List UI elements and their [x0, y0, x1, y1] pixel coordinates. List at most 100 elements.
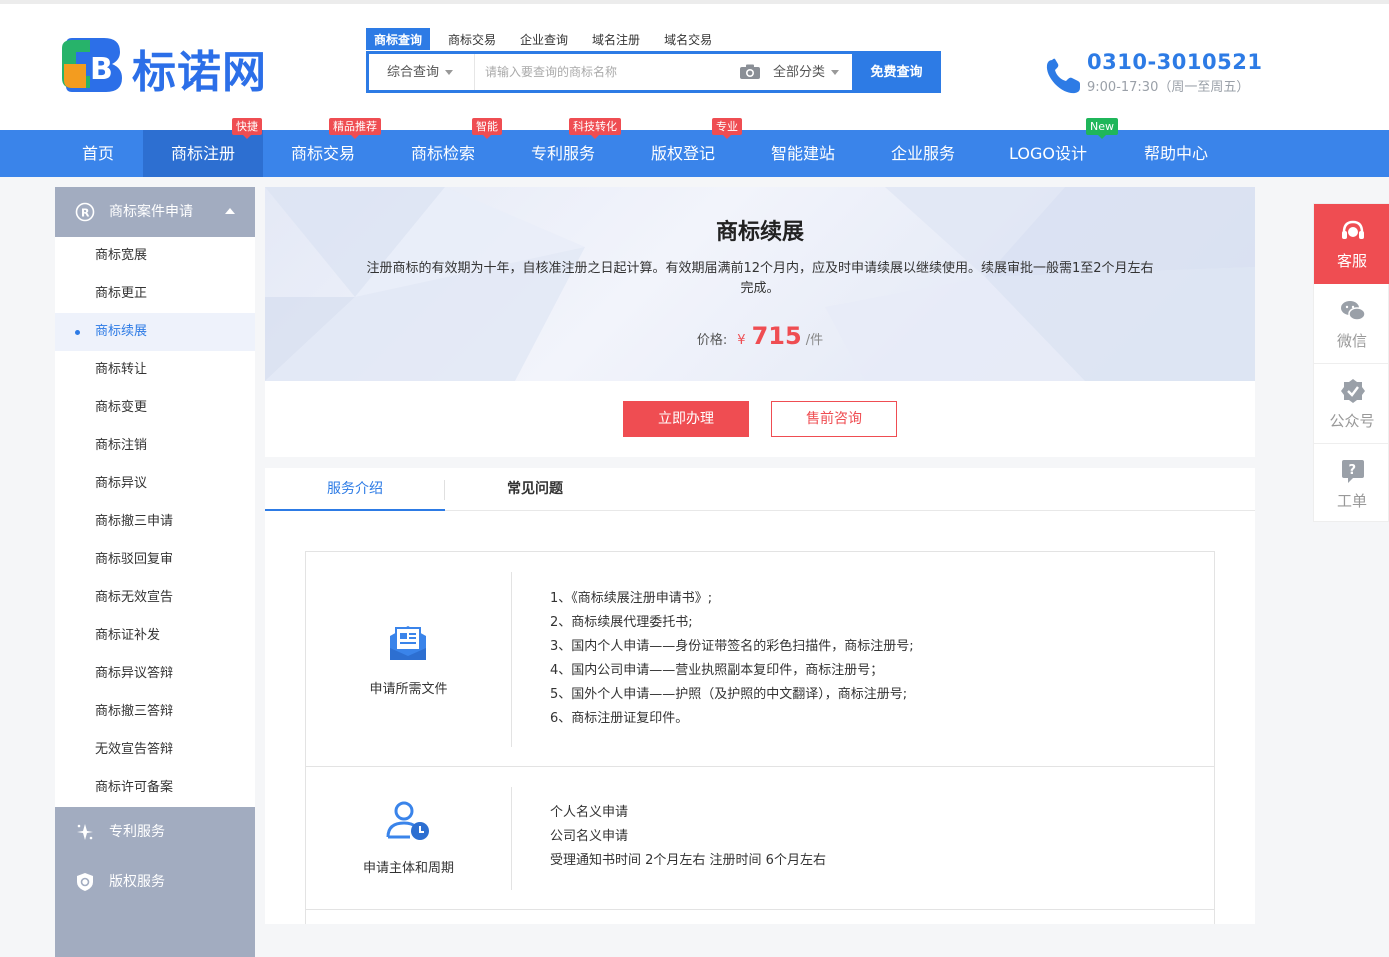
- search-tab-domain-register[interactable]: 域名注册: [584, 28, 648, 50]
- sidebar-item[interactable]: 商标驳回复审: [55, 541, 255, 579]
- nav-item-help[interactable]: 帮助中心: [1113, 130, 1239, 177]
- svg-text:?: ?: [1349, 463, 1357, 478]
- nav-item-enterprise[interactable]: 企业服务: [863, 130, 983, 177]
- float-ticket[interactable]: ? 工单: [1314, 444, 1389, 524]
- nav-label: 版权登记: [650, 144, 715, 163]
- row-divider: [511, 572, 512, 747]
- float-label: 工单: [1336, 492, 1367, 510]
- action-bar: 立即办理 售前咨询: [265, 381, 1255, 457]
- service-hours: 9:00-17:30（周一至周五）: [1087, 80, 1250, 95]
- tab-faq[interactable]: 常见问题: [445, 468, 625, 511]
- nav-badge: 智能: [472, 118, 502, 139]
- site-header: B 标诺网 商标查询 商标交易 企业查询 域名注册 域名交易 综合查询 全部分类…: [0, 4, 1389, 130]
- sidebar: R 商标案件申请 商标宽展 商标更正 商标续展 商标转让 商标变更 商标注销 商…: [55, 187, 255, 957]
- sidebar-item[interactable]: 无效宣告答辩: [55, 731, 255, 769]
- sidebar-item[interactable]: 商标无效宣告: [55, 579, 255, 617]
- sidebar-section-copyright[interactable]: 版权服务: [55, 857, 255, 907]
- nav-badge: 快捷: [232, 118, 262, 139]
- detail-line: 个人名义申请: [550, 805, 629, 820]
- detail-line: 2、商标续展代理委托书;: [550, 615, 693, 630]
- price: 价格: ¥715/件: [265, 322, 1255, 350]
- nav-item-trademark-trade[interactable]: 商标交易 精品推荐: [263, 118, 383, 177]
- sidebar-item[interactable]: 商标更正: [55, 275, 255, 313]
- presale-consult-button[interactable]: 售前咨询: [771, 401, 897, 437]
- nav-label: 商标检索: [410, 144, 475, 163]
- sidebar-section-label: 商标案件申请: [109, 204, 193, 220]
- verified-badge-icon: [1341, 379, 1365, 403]
- sidebar-item[interactable]: 商标变更: [55, 389, 255, 427]
- user-clock-icon: [386, 801, 429, 840]
- float-label: 微信: [1336, 332, 1367, 350]
- chevron-up-icon: [225, 208, 235, 214]
- main-nav: 首页 商标注册 快捷 商标交易 精品推荐 商标检索 智能 专利服务 科技转化 版权登记 专…: [0, 118, 1389, 177]
- detail-row-subject: 申请主体和周期 个人名义申请 公司名义申请 受理通知书时间 2个月左右 注册时间…: [306, 767, 1214, 910]
- sidebar-item[interactable]: 商标许可备案: [55, 769, 255, 807]
- sidebar-item[interactable]: 商标证补发: [55, 617, 255, 655]
- sidebar-item[interactable]: 商标宽展: [55, 237, 255, 275]
- detail-row-documents: 申请所需文件 1、《商标续展注册申请书》; 2、商标续展代理委托书; 3、国内个…: [306, 552, 1214, 767]
- nav-item-home[interactable]: 首页: [62, 130, 134, 177]
- sidebar-section-trademark[interactable]: R 商标案件申请: [55, 187, 255, 237]
- price-label: 价格:: [696, 333, 728, 348]
- nav-badge: 科技转化: [569, 118, 621, 139]
- search-tab-trademark[interactable]: 商标查询: [366, 28, 431, 50]
- search-category-label: 全部分类: [773, 65, 826, 80]
- search-type-select[interactable]: 综合查询: [369, 54, 475, 90]
- nav-label: 智能建站: [770, 144, 835, 163]
- float-customer-service[interactable]: 客服: [1314, 204, 1389, 284]
- sidebar-section-label: 专利服务: [109, 824, 165, 840]
- price-unit: /件: [805, 333, 824, 348]
- nav-item-copyright[interactable]: 版权登记 专业: [623, 118, 743, 177]
- nav-item-trademark-register[interactable]: 商标注册 快捷: [143, 118, 263, 177]
- logo-text: 标诺网: [132, 47, 267, 98]
- detail-row-header: 申请所需文件: [306, 552, 511, 766]
- detail-line: 受理通知书时间 2个月左右 注册时间 6个月左右: [550, 853, 826, 868]
- camera-icon[interactable]: [739, 64, 761, 80]
- svg-text:R: R: [81, 207, 90, 220]
- search-tab-trade[interactable]: 商标交易: [440, 28, 504, 50]
- price-currency: ¥: [737, 333, 746, 348]
- search-input[interactable]: [485, 60, 725, 84]
- search-type-label: 综合查询: [387, 65, 440, 80]
- question-icon: ?: [1342, 460, 1364, 483]
- nav-item-trademark-search[interactable]: 商标检索 智能: [383, 118, 503, 177]
- nav-label: 首页: [81, 144, 114, 163]
- site-logo[interactable]: B 标诺网: [60, 32, 290, 98]
- phone-icon: [1046, 58, 1080, 94]
- nav-item-logo-design[interactable]: LOGO设计 New: [983, 118, 1118, 177]
- sidebar-item[interactable]: 商标撤三申请: [55, 503, 255, 541]
- chevron-down-icon: [831, 70, 840, 75]
- detail-row-label: 申请主体和周期: [362, 861, 454, 876]
- sidebar-section-patent[interactable]: 专利服务: [55, 807, 255, 857]
- detail-line: 1、《商标续展注册申请书》;: [550, 591, 713, 606]
- sidebar-item[interactable]: 商标转让: [55, 351, 255, 389]
- apply-now-button[interactable]: 立即办理: [623, 401, 749, 437]
- sidebar-item[interactable]: 商标异议答辩: [55, 655, 255, 693]
- detail-panel: 服务介绍 常见问题 申请所需文件 1、《商标续展注册申请书》; 2、商标续展代理…: [265, 468, 1255, 924]
- sidebar-list: 商标宽展 商标更正 商标续展 商标转让 商标变更 商标注销 商标异议 商标撤三申…: [55, 237, 255, 807]
- detail-row-content: 1、《商标续展注册申请书》; 2、商标续展代理委托书; 3、国内个人申请——身份…: [550, 587, 914, 731]
- float-label: 公众号: [1329, 412, 1375, 430]
- patent-icon: [77, 824, 93, 840]
- nav-item-patent[interactable]: 专利服务 科技转化: [503, 118, 623, 177]
- svg-text:B: B: [90, 52, 113, 87]
- nav-label: 商标注册: [170, 144, 235, 163]
- document-icon: [390, 626, 426, 660]
- search-box: 综合查询 全部分类 免费查询: [366, 51, 941, 93]
- sidebar-item[interactable]: 商标撤三答辩: [55, 693, 255, 731]
- nav-label: 专利服务: [530, 144, 595, 163]
- sidebar-item[interactable]: 商标异议: [55, 465, 255, 503]
- search-category-select[interactable]: 全部分类: [773, 54, 840, 90]
- tab-service-intro[interactable]: 服务介绍: [265, 468, 445, 511]
- free-search-button[interactable]: 免费查询: [852, 51, 941, 93]
- service-description: 注册商标的有效期为十年，自核准注册之日起计算。有效期届满前12个月内，应及时申请…: [366, 261, 1154, 296]
- sidebar-section-more[interactable]: [55, 907, 255, 957]
- sidebar-item-active[interactable]: 商标续展: [55, 313, 255, 351]
- nav-item-website[interactable]: 智能建站: [743, 130, 863, 177]
- float-official-account[interactable]: 公众号: [1314, 364, 1389, 444]
- sidebar-item[interactable]: 商标注销: [55, 427, 255, 465]
- search-tab-domain-trade[interactable]: 域名交易: [656, 28, 720, 50]
- detail-tabs: 服务介绍 常见问题: [265, 468, 1255, 511]
- search-tab-company[interactable]: 企业查询: [512, 28, 576, 50]
- float-wechat[interactable]: 微信: [1314, 284, 1389, 364]
